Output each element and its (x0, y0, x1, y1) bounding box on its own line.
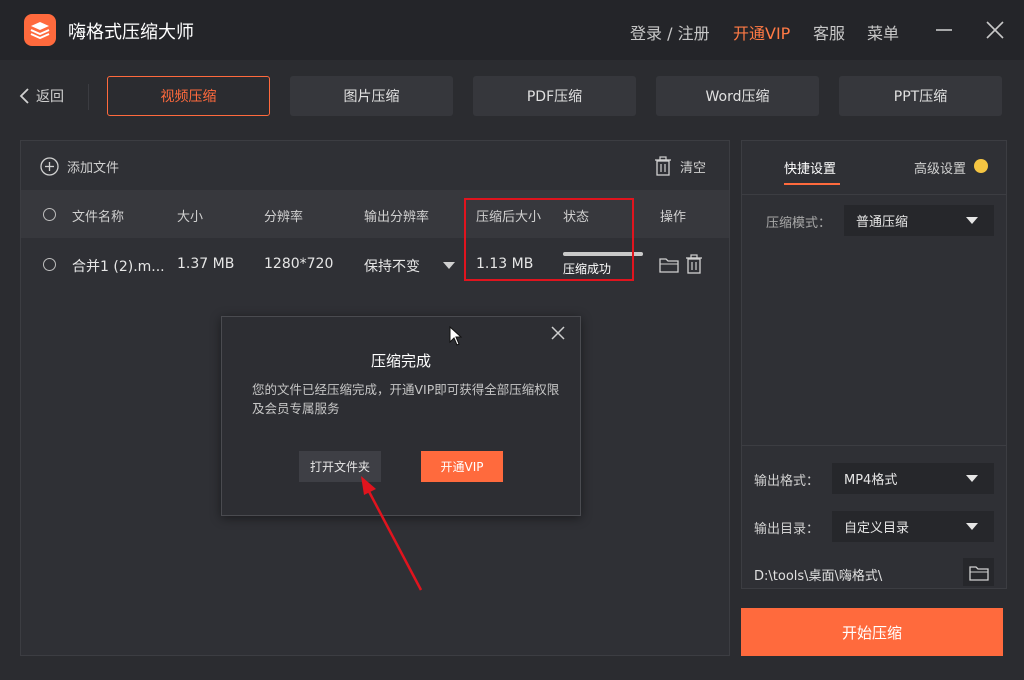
file-resolution: 1280*720 (264, 256, 334, 272)
crown-icon (974, 159, 988, 173)
dialog-title: 压缩完成 (370, 352, 431, 370)
back-label: 返回 (36, 89, 64, 105)
app-title: 嗨格式压缩大师 (68, 22, 194, 43)
col-resolution: 分辨率 (264, 210, 304, 225)
tab-advanced-settings[interactable]: 高级设置 (914, 158, 966, 177)
folder-icon (969, 566, 989, 581)
tab-quick-settings[interactable]: 快捷设置 (784, 158, 836, 177)
col-name: 文件名称 (72, 210, 125, 225)
trash-icon (655, 156, 671, 176)
output-resolution-value: 保持不变 (364, 259, 420, 275)
annotation-highlight-box (464, 198, 634, 281)
tab-ppt[interactable]: PPT压缩 (839, 76, 1002, 116)
start-compress-button[interactable]: 开始压缩 (741, 608, 1003, 656)
back-button[interactable]: 返回 (18, 86, 64, 106)
add-file-button[interactable]: 添加文件 (40, 154, 119, 178)
chevron-down-icon[interactable] (443, 262, 455, 269)
mode-label: 压缩模式： (766, 216, 832, 231)
login-link[interactable]: 登录 / 注册 (630, 20, 710, 44)
col-size: 大小 (177, 210, 204, 225)
output-path: D:\tools\桌面\嗨格式\ (754, 569, 883, 584)
tab-video[interactable]: 视频压缩 (107, 76, 270, 116)
dir-label: 输出目录： (754, 522, 820, 537)
mode-select[interactable]: 普通压缩 (844, 205, 994, 236)
settings-divider-2 (742, 445, 1006, 446)
chevron-left-icon (19, 88, 29, 104)
minimize-icon[interactable] (932, 18, 956, 42)
chevron-down-icon (966, 523, 978, 530)
service-link[interactable]: 客服 (813, 20, 845, 44)
annotation-arrow-icon (361, 476, 423, 591)
tab-word[interactable]: Word压缩 (656, 76, 819, 116)
output-resolution-select[interactable]: 保持不变 (364, 256, 420, 276)
col-actions: 操作 (660, 210, 687, 225)
vip-link[interactable]: 开通VIP (733, 20, 790, 44)
browse-folder-button[interactable] (963, 558, 994, 586)
tab-pdf[interactable]: PDF压缩 (473, 76, 636, 116)
chevron-down-icon (966, 475, 978, 482)
delete-icon[interactable] (685, 254, 703, 278)
dir-select[interactable]: 自定义目录 (832, 511, 994, 542)
dialog-close-icon[interactable] (550, 325, 566, 345)
col-output-resolution: 输出分辨率 (364, 210, 430, 225)
app-logo-icon (24, 14, 56, 46)
close-icon[interactable] (983, 18, 1007, 42)
format-label: 输出格式： (754, 474, 820, 489)
file-size: 1.37 MB (177, 256, 235, 272)
row-select-radio[interactable] (43, 258, 56, 271)
clear-label: 清空 (680, 160, 707, 176)
dir-value: 自定义目录 (844, 521, 910, 536)
plus-circle-icon (40, 156, 59, 176)
select-all-radio[interactable] (43, 208, 56, 221)
tab-image[interactable]: 图片压缩 (290, 76, 453, 116)
nav-divider (88, 84, 89, 110)
quick-tab-underline (784, 183, 840, 185)
open-folder-icon[interactable] (659, 256, 679, 277)
format-value: MP4格式 (844, 473, 898, 488)
mouse-cursor-icon (449, 325, 463, 350)
mode-value: 普通压缩 (856, 215, 909, 230)
format-select[interactable]: MP4格式 (832, 463, 994, 494)
dialog-vip-button[interactable]: 开通VIP (421, 451, 503, 482)
menu-link[interactable]: 菜单 (867, 20, 899, 44)
dialog-message: 您的文件已经压缩完成，开通VIP即可获得全部压缩权限及会员专属服务 (252, 382, 560, 416)
file-name: 合并1 (2).m... (72, 259, 165, 275)
add-file-label: 添加文件 (67, 160, 120, 176)
chevron-down-icon (966, 217, 978, 224)
settings-divider (742, 194, 1006, 195)
clear-button[interactable]: 清空 (654, 154, 706, 178)
